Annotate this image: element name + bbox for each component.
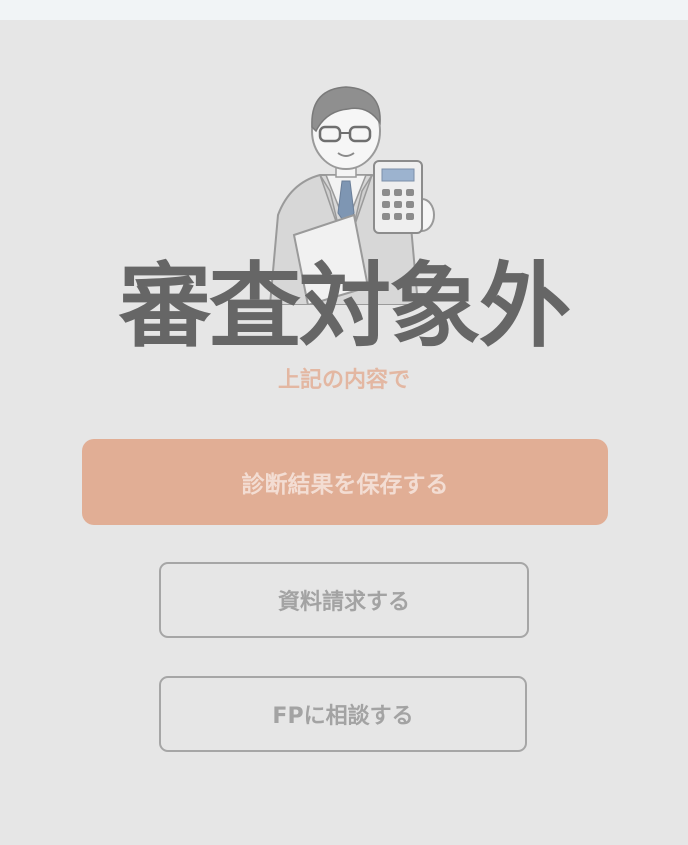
result-subtitle: 上記の内容で — [277, 368, 410, 393]
result-status-title: 審査対象外 — [118, 253, 571, 360]
request-documents-button[interactable]: 資料請求する — [159, 562, 529, 638]
result-card: 審査対象外 上記の内容で 診断結果を保存する 資料請求する FPに相談する — [0, 20, 688, 845]
top-strip — [0, 0, 688, 20]
consult-fp-button[interactable]: FPに相談する — [159, 676, 527, 752]
save-diagnosis-button[interactable]: 診断結果を保存する — [82, 439, 608, 525]
